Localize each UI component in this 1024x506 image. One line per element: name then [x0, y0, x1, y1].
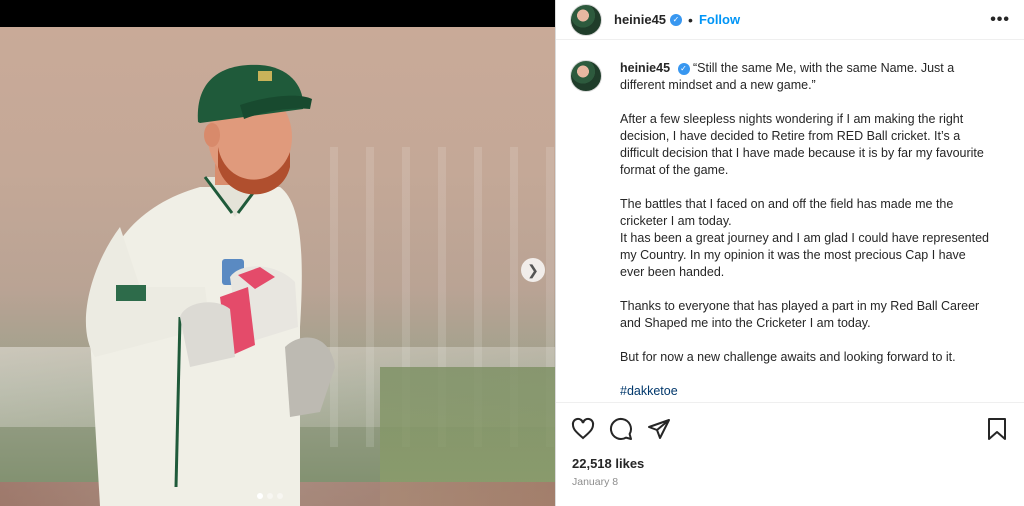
caption-username[interactable]: heinie45 — [620, 61, 670, 75]
carousel-dot — [257, 493, 263, 499]
caption-paragraph: The battles that I faced on and off the … — [620, 197, 954, 228]
heart-icon — [571, 417, 595, 439]
share-button[interactable] — [646, 416, 672, 442]
caption-row: heinie45 ✓ “Still the same Me, with the … — [570, 60, 1008, 401]
like-count[interactable]: 22,518 likes — [572, 456, 644, 471]
follow-button[interactable]: Follow — [699, 12, 740, 27]
bookmark-icon — [988, 417, 1006, 440]
caption-paragraph: After a few sleepless nights wondering i… — [620, 112, 984, 177]
caption-paragraph: It has been a great journey and I am gla… — [620, 231, 989, 279]
caption-body: heinie45 ✓ “Still the same Me, with the … — [620, 60, 990, 401]
separator-dot: • — [688, 11, 693, 28]
verified-badge-icon: ✓ — [677, 62, 690, 75]
avatar[interactable] — [570, 3, 602, 36]
post-date: January 8 — [572, 476, 619, 488]
caption-paragraph: Thanks to everyone that has played a par… — [620, 299, 980, 330]
post-media: ❯ — [0, 0, 555, 506]
post-info-panel: heinie45 ✓ • Follow ••• heinie45 ✓ “Stil… — [555, 0, 1024, 506]
paper-plane-icon — [648, 418, 670, 439]
next-slide-button[interactable]: ❯ — [521, 258, 545, 282]
more-options-icon[interactable]: ••• — [990, 11, 1010, 29]
verified-badge-icon: ✓ — [670, 13, 683, 26]
caption-quote: “Still the same Me, with the same Name. … — [620, 61, 955, 92]
player-illustration — [85, 64, 335, 506]
caption-section: heinie45 ✓ “Still the same Me, with the … — [556, 46, 1024, 401]
save-button[interactable] — [984, 416, 1010, 442]
action-bar — [556, 402, 1024, 454]
post-header: heinie45 ✓ • Follow ••• — [556, 0, 1024, 40]
hashtag-link[interactable]: #dakketoe — [620, 383, 990, 400]
caption-avatar[interactable] — [570, 60, 602, 92]
comment-button[interactable] — [608, 416, 634, 442]
comment-icon — [609, 417, 632, 440]
like-button[interactable] — [570, 416, 596, 442]
carousel-dot — [267, 493, 273, 499]
chevron-right-icon: ❯ — [527, 261, 539, 278]
carousel-indicator — [257, 493, 283, 499]
instagram-post: ❯ heinie45 ✓ • Follow ••• heinie45 ✓ “St… — [0, 0, 1024, 506]
header-username[interactable]: heinie45 — [614, 12, 666, 27]
post-photo — [0, 27, 555, 506]
caption-paragraph: But for now a new challenge awaits and l… — [620, 350, 956, 364]
carousel-dot — [277, 493, 283, 499]
